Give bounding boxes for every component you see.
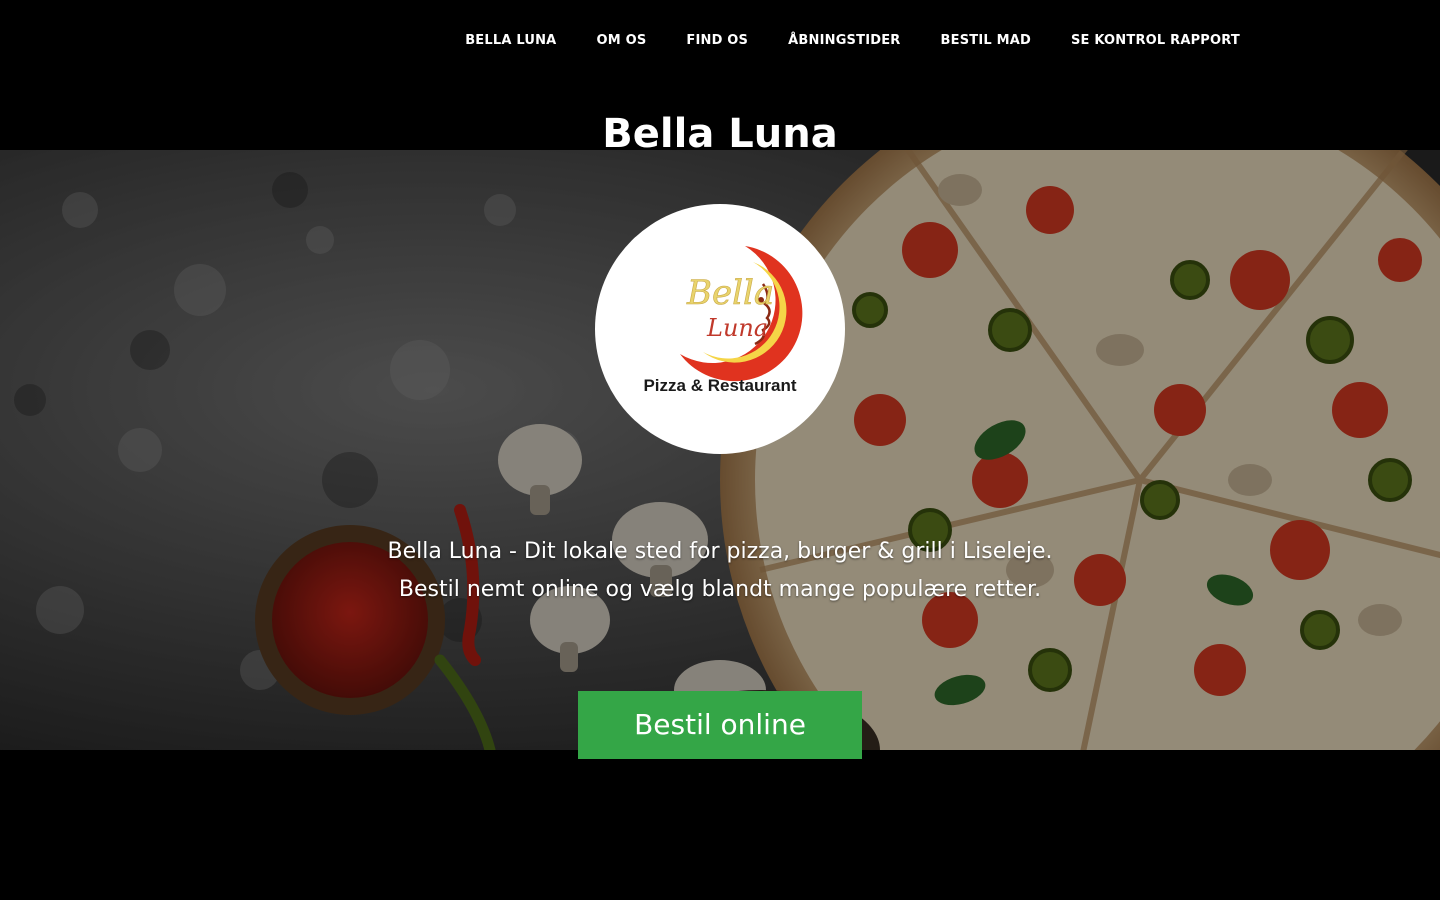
hero-section: Bella Luna Pizza & Restaurant Bella Luna… (0, 150, 1440, 750)
order-online-button[interactable]: Bestil online (578, 691, 862, 759)
nav-item-om-os[interactable]: OM OS (596, 30, 646, 52)
moon-logo-icon: Bella Luna Pizza & Restaurant (643, 246, 803, 395)
nav-item-kontrol-rapport[interactable]: SE KONTROL RAPPORT (1071, 30, 1240, 52)
top-navigation: BELLA LUNA OM OS FIND OS ÅBNINGSTIDER BE… (0, 0, 1440, 82)
nav-item-bella-luna[interactable]: BELLA LUNA (465, 30, 556, 52)
nav-item-bestil-mad[interactable]: BESTIL MAD (941, 30, 1031, 52)
svg-text:Pizza & Restaurant: Pizza & Restaurant (643, 376, 796, 395)
hero-tagline: Bella Luna - Dit lokale sted for pizza, … (0, 533, 1440, 609)
tagline-line-1: Bella Luna - Dit lokale sted for pizza, … (387, 539, 1053, 564)
restaurant-logo: Bella Luna Pizza & Restaurant (595, 204, 845, 454)
svg-text:Luna: Luna (706, 314, 768, 342)
nav-item-abningstider[interactable]: ÅBNINGSTIDER (788, 30, 900, 52)
nav-menu: BELLA LUNA OM OS FIND OS ÅBNINGSTIDER BE… (465, 30, 1240, 52)
nav-item-find-os[interactable]: FIND OS (686, 30, 748, 52)
tagline-line-2: Bestil nemt online og vælg blandt mange … (398, 577, 1042, 602)
svg-text:Bella: Bella (686, 273, 774, 313)
